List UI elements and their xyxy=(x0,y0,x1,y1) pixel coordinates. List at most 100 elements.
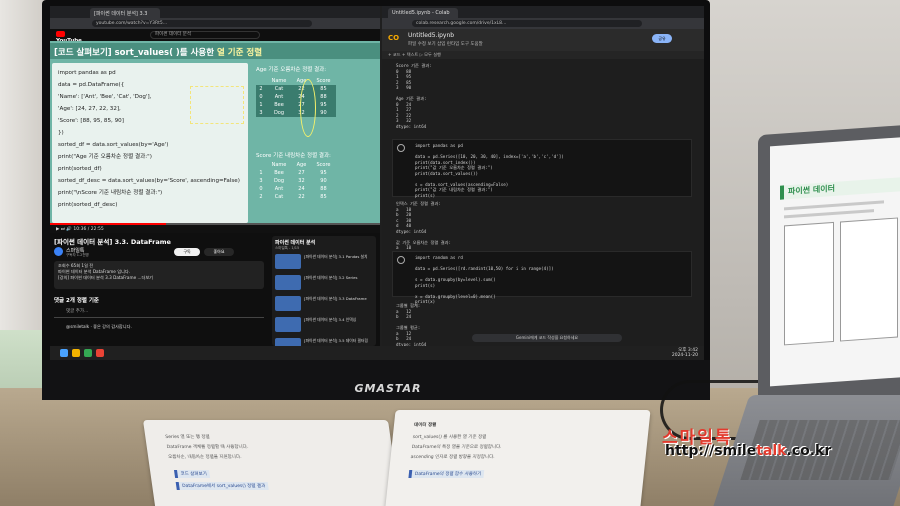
chrome-icon[interactable] xyxy=(84,349,92,357)
play-icon[interactable]: ▶ ⏭ 🔊 xyxy=(56,227,73,232)
highlight-circle xyxy=(300,79,316,137)
taskbar-clock[interactable]: 오후 3:42 2024-11-20 xyxy=(672,348,698,358)
colab-menu[interactable]: 파일 수정 보기 삽입 런타임 도구 도움말 xyxy=(408,41,483,47)
time-display: 10:36 / 22:55 xyxy=(73,227,104,232)
cell-code[interactable]: import pandas as pd data = pd.Series([10… xyxy=(415,143,564,198)
code-cell[interactable]: import pandas as pd data = pd.Series([10… xyxy=(392,139,692,198)
channel-info[interactable]: 스마일톡 구독자 1.2천명 xyxy=(54,247,134,257)
browser-tab-bar: [파이썬 데이터 분석] 3.3 xyxy=(50,6,380,18)
handwritten-note xyxy=(190,86,244,124)
book-callout: DataFrame에서 sort_values() 정렬 결과 xyxy=(175,482,269,490)
address-bar: colab.research.google.com/drive/1xL8... xyxy=(382,18,704,29)
code-line: print("Age 기준 오름차순 정렬 결과:") xyxy=(58,154,152,160)
playlist-item[interactable]: [파이썬 데이터 분석] 3.1 Pandas 설치 xyxy=(275,254,373,272)
video-thumbnail[interactable] xyxy=(275,254,301,269)
notebook-title[interactable]: Untitled5.ipynb xyxy=(408,32,454,39)
table-row: 3 Dog 32 90 xyxy=(256,109,336,117)
doc-diagram xyxy=(784,221,834,346)
book-right-page: 데이터 정렬 sort_values() 를 사용한 열 기준 정렬 DataF… xyxy=(384,410,651,506)
doc-line xyxy=(784,209,874,219)
book-left-page: Series 열 또는 행 정렬 DataFrame 객체를 정렬할 때 사용합… xyxy=(142,420,403,506)
table-cell: 27 xyxy=(298,170,305,176)
slide-title-highlight: 열 기준 정렬 xyxy=(217,48,263,58)
search-input[interactable]: 파이썬 데이터 분석 xyxy=(150,31,260,39)
comment-text: @smiletalk · 좋은 강의 감사합니다. xyxy=(66,324,132,329)
avatar[interactable] xyxy=(54,247,63,256)
table-row: 3 Dog 32 90 xyxy=(256,177,336,185)
table-row: 2 Cat 22 85 xyxy=(256,85,336,93)
video-thumbnail[interactable] xyxy=(275,296,301,311)
table-cell: 90 xyxy=(320,178,327,184)
like-button[interactable]: 좋아요 xyxy=(204,248,234,256)
player-controls[interactable]: ▶ ⏭ 🔊 10:36 / 22:55 xyxy=(50,225,380,233)
sorted-result-table: Name Age Score 1 Bee 27 95 3 Dog 32 90 0 Ant 24 88 2 Cat… xyxy=(256,161,336,201)
sorted-result-title: Score 기준 내림차순 정렬 결과: xyxy=(256,153,331,159)
table-cell: 22 xyxy=(298,194,305,200)
code-line: import pandas as pd xyxy=(58,70,116,76)
table-row: 1 Bee 27 95 xyxy=(256,169,336,177)
share-button[interactable]: 공유 xyxy=(652,34,672,43)
url-field[interactable]: colab.research.google.com/drive/1xL8... xyxy=(412,20,642,27)
table-cell: Ant xyxy=(274,186,284,192)
table-cell: 85 xyxy=(320,194,327,200)
table-cell: 95 xyxy=(320,170,327,176)
table-cell: 1 xyxy=(256,101,266,109)
playlist-item[interactable]: [파이썬 데이터 분석] 3.4 인덱싱 xyxy=(275,317,373,335)
result-title: Age 기준 오름차순 정렬 결과: xyxy=(256,67,327,73)
code-cell[interactable]: import random as rd data = pd.Series([rd… xyxy=(392,251,692,304)
playlist-item-title: [파이썬 데이터 분석] 3.2 Series xyxy=(304,275,358,280)
notebook-body: Score 기준 결과: 0 88 1 95 2 85 3 90 Age 기준 … xyxy=(382,59,704,347)
table-cell: Cat xyxy=(274,194,284,200)
playlist-item-title: [파이썬 데이터 분석] 3.1 Pandas 설치 xyxy=(304,254,368,259)
browser-tab-bar: Untitled5.ipynb - Colab xyxy=(382,6,704,18)
comment-input[interactable]: 댓글 추가... xyxy=(54,308,264,318)
browser-tab[interactable]: [파이썬 데이터 분석] 3.3 xyxy=(90,8,160,18)
cell-code[interactable]: import random as rd data = pd.Series([rd… xyxy=(415,255,554,305)
address-bar: youtube.com/watch?v=Y3Rt5... xyxy=(50,18,380,29)
video-thumbnail[interactable] xyxy=(275,275,301,290)
table-header-cell: Name xyxy=(271,162,287,168)
code-line: print(sorted_df) xyxy=(58,166,102,172)
url-field[interactable]: youtube.com/watch?v=Y3Rt5... xyxy=(92,20,312,27)
code-line: sorted_df_desc = data.sort_values(by='Sc… xyxy=(58,178,240,184)
video-thumbnail[interactable] xyxy=(275,317,301,332)
laptop-doc-title: 파이썬 데이터 xyxy=(780,177,900,200)
playlist-item[interactable]: [파이썬 데이터 분석] 3.3 DataFrame xyxy=(275,296,373,314)
table-row: 0 Ant 24 88 xyxy=(256,185,336,193)
description-line: [강의] 파이썬 데이터 분석 3.3 DataFrame ...더보기 xyxy=(58,275,154,280)
subscribe-button[interactable]: 구독 xyxy=(174,248,200,256)
table-cell: Ant xyxy=(265,93,292,101)
table-cell: 24 xyxy=(298,186,305,192)
gemini-prompt[interactable]: Gemini에게 코드 작성을 요청하세요 xyxy=(472,334,622,342)
laptop: 파이썬 데이터 xyxy=(758,124,900,406)
table-header-row: Name Age Score xyxy=(256,161,336,169)
table-header-cell: Score xyxy=(316,78,331,84)
run-cell-icon[interactable] xyxy=(397,144,405,152)
playlist-item-title: [파이썬 데이터 분석] 3.3 DataFrame xyxy=(304,296,367,301)
colab-toolbar[interactable]: + 코드 + 텍스트 ▷ 모두 실행 xyxy=(382,51,704,59)
playlist-subtitle: 스마일톡 - 1/15 xyxy=(275,246,300,250)
laptop-screen: 파이썬 데이터 xyxy=(770,136,900,387)
youtube-logo[interactable]: YouTube xyxy=(56,31,86,44)
cell-output: Score 기준 결과: 0 88 1 95 2 85 3 90 Age 기준 … xyxy=(396,63,432,129)
table-header-cell: Name xyxy=(271,78,287,84)
video-player[interactable]: [코드 살펴보기] sort_values( )를 사용한 열 기준 정렬 im… xyxy=(50,41,380,223)
cell-output: 그룹별 합계: a 12 b 24 그룹별 평균: a 12 b 24 dtyp… xyxy=(396,303,427,347)
book-callout: 코드 살펴보기 xyxy=(174,470,211,478)
table-header-row: Name Age Score xyxy=(256,77,336,85)
playlist-panel: 파이썬 데이터 분석 스마일톡 - 1/15 [파이썬 데이터 분석] 3.1 … xyxy=(272,236,376,353)
watermark-url-suffix: .co.kr xyxy=(786,443,832,459)
colab-logo[interactable]: CO xyxy=(388,34,404,44)
start-icon[interactable] xyxy=(60,349,68,357)
table-row: 2 Cat 22 85 xyxy=(256,193,336,201)
monitor-screen: [파이썬 데이터 분석] 3.3 youtube.com/watch?v=Y3R… xyxy=(50,6,704,360)
table-header-cell xyxy=(256,77,266,85)
folder-icon[interactable] xyxy=(72,349,80,357)
run-cell-icon[interactable] xyxy=(397,256,405,264)
code-line: }) xyxy=(58,130,64,136)
table-cell: Dog xyxy=(273,178,285,184)
browser-tab[interactable]: Untitled5.ipynb - Colab xyxy=(388,8,458,18)
app-icon[interactable] xyxy=(96,349,104,357)
video-description[interactable]: 조회수 65회 1일 전 파이썬 데이터 분석 DataFrame 입니다. [강의… xyxy=(54,261,264,289)
playlist-item[interactable]: [파이썬 데이터 분석] 3.2 Series xyxy=(275,275,373,293)
